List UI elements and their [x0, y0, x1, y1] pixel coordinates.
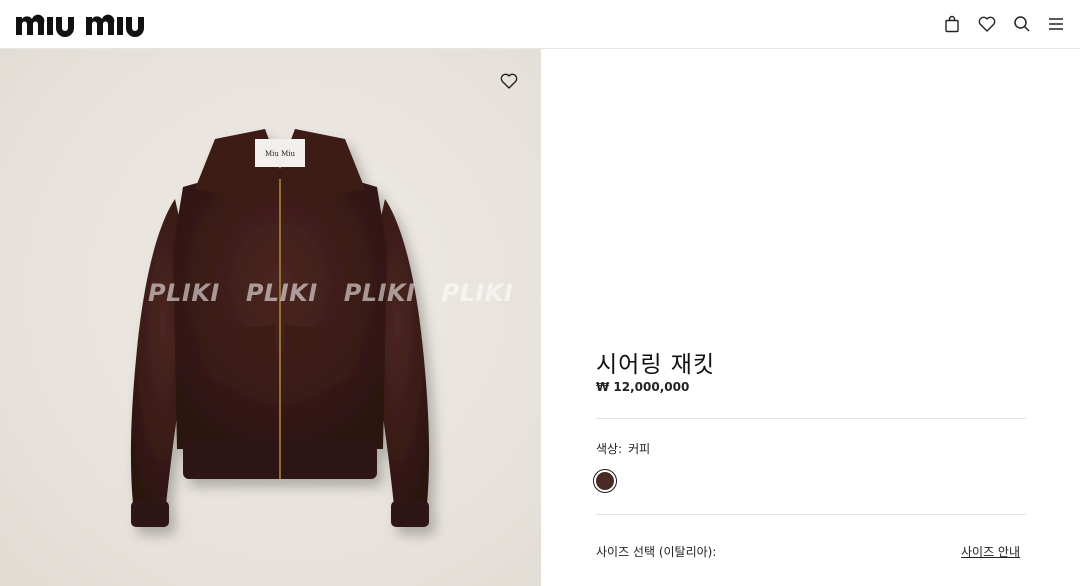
swatch-fill — [596, 472, 614, 490]
watermark-text: PLIKI — [245, 279, 318, 307]
shearling-jacket-image: Miu Miu — [130, 129, 430, 527]
jacket-label-text: Miu Miu — [265, 150, 296, 158]
divider — [596, 418, 1026, 419]
menu-icon[interactable] — [1046, 14, 1066, 34]
color-label: 색상: — [596, 442, 623, 456]
product-info-panel: 시어링 재킷 ₩ 12,000,000 색상: 커피 사이즈 선택 (이탈리아):… — [541, 49, 1080, 586]
watermark-text: PLIKI — [343, 279, 416, 307]
add-to-wishlist-icon[interactable] — [499, 71, 519, 91]
watermark-text: PLIKI — [148, 279, 220, 307]
color-swatch-coffee[interactable] — [593, 469, 617, 493]
product-price: ₩ 12,000,000 — [596, 380, 690, 394]
product-name: 시어링 재킷 — [596, 352, 716, 378]
size-guide-link[interactable]: 사이즈 안내 — [961, 543, 1020, 560]
miu-miu-logo[interactable] — [14, 9, 148, 39]
site-header — [0, 0, 1080, 49]
size-select-label: 사이즈 선택 (이탈리아): — [596, 545, 717, 559]
divider — [596, 514, 1026, 515]
heart-icon[interactable] — [977, 14, 997, 34]
watermark: PLIKIPLIKIPLIKIPLIKIPL — [148, 279, 541, 307]
search-icon[interactable] — [1012, 14, 1032, 34]
product-image[interactable]: Miu Miu PLIKIPLIKIPLIKIPLIKIPL — [0, 49, 541, 586]
color-row: 색상: 커피 — [596, 440, 650, 457]
bag-icon[interactable] — [942, 14, 962, 34]
color-value: 커피 — [628, 442, 651, 456]
watermark-text: PLIKI — [441, 279, 514, 307]
